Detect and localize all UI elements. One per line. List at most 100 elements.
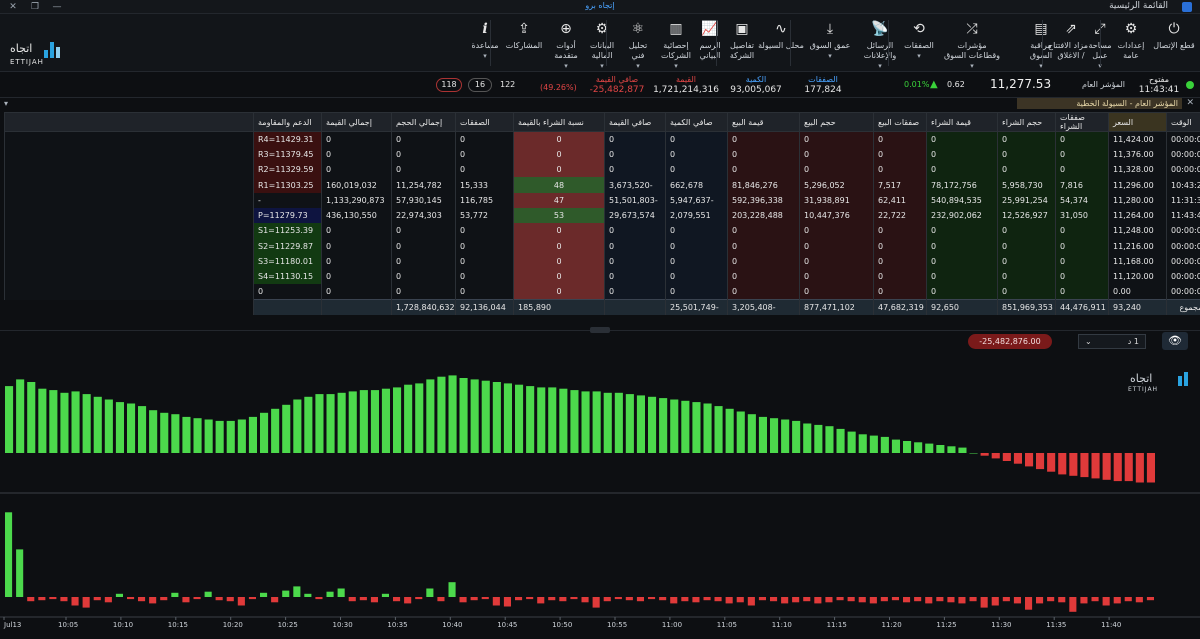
minute-bar (914, 597, 922, 602)
table-cell: 0 (926, 238, 998, 254)
period-select[interactable]: 1 د ⌄ (1078, 334, 1146, 349)
splitter-handle[interactable] (590, 327, 610, 333)
ribbon-btn-8[interactable]: ⤓ عمق السوق ▾ (804, 16, 856, 70)
ribbon-btn-label2: وقطاعات السوق (943, 51, 1001, 60)
minute-bar (1102, 597, 1110, 606)
logo-arabic: اتجاه (10, 42, 33, 55)
ribbon-btn-14[interactable]: ⚙ البيانات المالية ▾ (584, 16, 620, 70)
cumulative-bar (869, 435, 878, 453)
decliners-count: 118 (436, 78, 462, 92)
ribbon-btn-9[interactable]: ∿ محلل السيولة (758, 16, 804, 70)
cumulative-bar (1091, 453, 1100, 479)
cumulative-bar (747, 414, 756, 453)
ribbon-btn-5[interactable]: ⤮ مؤشرات وقطاعات السوق ▾ (940, 16, 1004, 70)
eye-icon[interactable]: 👁 (1162, 332, 1188, 350)
ribbon-btn-11[interactable]: 📈 الرسم البياني (694, 16, 726, 70)
table-cell: 0 (513, 162, 605, 178)
table-cell: S4=11130.15 (253, 269, 322, 285)
title-bar: القائمة الرئيسية إتجاه برو ✕ ❐ — (0, 0, 1200, 14)
column-header[interactable]: صفقات الشراء (1055, 112, 1109, 132)
ribbon-btn-16[interactable]: ⇪ المشاركات (504, 16, 544, 70)
table-row[interactable]: 00:00:0011,120.00000000000000S4=11130.15 (4, 269, 1200, 285)
total-cell: 93,240 (1108, 299, 1167, 316)
cumulative-bar (592, 391, 601, 453)
ribbon-btn-6[interactable]: ⟲ الصفقات ▾ (900, 16, 938, 70)
minute-bar (570, 597, 578, 600)
ribbon-btn-7[interactable]: 📡 الرسائل والإعلانات ▾ (858, 16, 902, 70)
table-cell: R2=11329.59 (253, 162, 322, 178)
column-header[interactable]: حجم الشراء (997, 112, 1056, 132)
panel-menu-icon[interactable]: ▾ (4, 99, 8, 108)
table-cell: 0 (321, 131, 392, 147)
cumulative-bar (459, 378, 468, 453)
table-cell: 0 (455, 238, 514, 254)
column-header[interactable]: الوقت (1166, 112, 1200, 132)
panel-title-tab: المؤشر العام - السيولة الخطية (1017, 98, 1182, 109)
ribbon-btn-label: مراقبة (1030, 41, 1052, 50)
table-row[interactable]: 11:43:4011,264.0031,05012,526,927232,902… (4, 207, 1200, 224)
cumulative-bar (880, 436, 889, 453)
minute-bar (559, 597, 567, 602)
settings-icon: ⚙ (1124, 21, 1138, 37)
ribbon-btn-label2: البياني (699, 51, 721, 60)
table-cell: - (253, 192, 322, 208)
table-row[interactable]: 00:00:0011,168.00000000000000S3=11180.01 (4, 253, 1200, 270)
table-row[interactable]: 11:31:3111,280.0054,37425,991,254540,894… (4, 192, 1200, 208)
table-cell: 0 (665, 131, 728, 147)
column-header[interactable]: صفقات البيع (873, 112, 927, 132)
table-cell: 0 (926, 284, 998, 300)
header-filler (4, 112, 254, 132)
cumulative-bar (1124, 453, 1133, 482)
ribbon-btn-12[interactable]: ▥ إحصائية الشركات ▾ (658, 16, 694, 70)
ribbon-toolbar: اتجاه ETTIJAH ⏻قطع الإتصال⚙إعداداتعامة⤢م… (0, 14, 1200, 72)
cumulative-bar (82, 394, 91, 453)
liquidity-icon: ∿ (775, 21, 787, 37)
table-cell: 0 (997, 223, 1056, 239)
minimize-icon[interactable]: — (48, 1, 66, 13)
column-header[interactable]: نسبة الشراء بالقيمة (513, 112, 605, 132)
minute-bar (60, 597, 68, 602)
close-icon[interactable]: ✕ (4, 1, 22, 13)
table-row[interactable]: 10:43:2211,296.007,8165,958,73078,172,75… (4, 177, 1200, 193)
cumulative-bar (204, 419, 213, 453)
ribbon-btn-1[interactable]: ⚙ إعدادات عامة (1112, 16, 1150, 70)
x-tick-label: 10:25 (278, 621, 298, 629)
table-cell: 0 (799, 238, 874, 254)
column-header[interactable]: صافي القيمة (604, 112, 666, 132)
column-header[interactable]: الدعم والمقاومة (253, 112, 322, 132)
table-cell: 5,296,052 (799, 177, 874, 193)
cumulative-bar (570, 390, 579, 453)
ribbon-btn-4[interactable]: ▤ مراقبة السوق ▾ (1026, 16, 1056, 70)
restore-icon[interactable]: ❐ (26, 1, 44, 13)
table-row[interactable]: 00:00:0011,248.00000000000000S1=11253.39 (4, 223, 1200, 239)
column-header[interactable]: صافي الكمية (665, 112, 728, 132)
ribbon-btn-3[interactable]: ⇗ مزاد الافتتاح / الاغلاق (1048, 16, 1088, 70)
table-row[interactable]: 00:00:000.000000000000000 (4, 284, 1200, 300)
ribbon-btn-0[interactable]: ⏻ قطع الإتصال (1152, 16, 1196, 70)
table-row[interactable]: 00:00:0011,328.00000000000000R2=11329.59 (4, 162, 1200, 178)
x-tick-label: 11:20 (882, 621, 902, 629)
column-header[interactable]: الصفقات (455, 112, 514, 132)
value-stat: القيمة 1,721,214,316 (653, 75, 719, 95)
table-cell: 0 (727, 238, 800, 254)
column-header[interactable]: قيمة الشراء (926, 112, 998, 132)
table-row[interactable]: 00:00:0011,216.00000000000000S2=11229.87 (4, 238, 1200, 254)
column-header[interactable]: إجمالي القيمة (321, 112, 392, 132)
column-header[interactable]: السعر (1108, 112, 1167, 132)
ribbon-btn-17[interactable]: i مساعدة ▾ (468, 16, 502, 70)
table-cell: 0 (873, 162, 927, 178)
table-cell: 0 (391, 253, 456, 270)
table-cell: 57,930,145 (391, 192, 456, 208)
disconnect-icon: ⏻ (1168, 21, 1180, 37)
column-header[interactable]: إجمالي الحجم (391, 112, 456, 132)
ribbon-btn-13[interactable]: ⚛ تحليل فني ▾ (620, 16, 656, 70)
column-header[interactable]: حجم البيع (799, 112, 874, 132)
table-row[interactable]: 00:00:0011,424.00000000000000R4=11429.31 (4, 131, 1200, 147)
ribbon-btn-15[interactable]: ⊕ أدوات متقدمة ▾ (548, 16, 584, 70)
panel-close-icon[interactable]: ✕ (1186, 98, 1194, 108)
table-row[interactable]: 00:00:0011,376.00000000000000R3=11379.45 (4, 146, 1200, 163)
minute-bar (1135, 597, 1143, 603)
ribbon-btn-10[interactable]: ▣ تفاصيل الشركة (726, 16, 758, 70)
column-header[interactable]: قيمة البيع (727, 112, 800, 132)
table-cell: 22,722 (873, 207, 927, 224)
